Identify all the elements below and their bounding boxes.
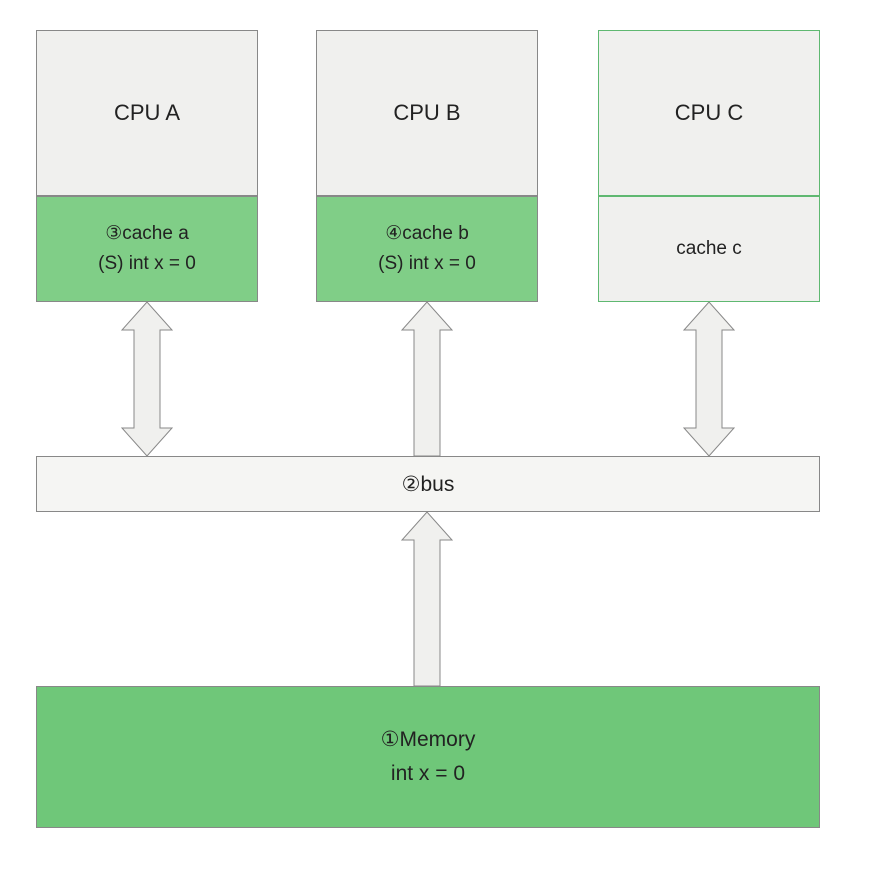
bus-box: ②bus [36,456,820,512]
cache-c-title: cache c [676,234,741,264]
cpu-c-box: CPU C [598,30,820,196]
cpu-a-label: CPU A [114,100,180,126]
cpu-b-label: CPU B [393,100,460,126]
bus-label: ②bus [402,472,455,497]
cache-b-title: ④cache b [385,219,469,249]
cache-a-box: ③cache a (S) int x = 0 [36,196,258,302]
cache-c-box: cache c [598,196,820,302]
memory-box: ①Memory int x = 0 [36,686,820,828]
arrow-cache-a-bus [116,302,178,456]
arrow-cache-b-bus [396,302,458,456]
arrow-cache-c-bus [678,302,740,456]
cache-b-content: (S) int x = 0 [378,249,476,279]
cache-a-title: ③cache a [105,219,189,249]
arrow-bus-memory [396,512,458,686]
cpu-a-box: CPU A [36,30,258,196]
cache-a-content: (S) int x = 0 [98,249,196,279]
cpu-b-box: CPU B [316,30,538,196]
memory-content: int x = 0 [391,757,465,791]
memory-title: ①Memory [381,723,476,757]
cpu-c-label: CPU C [675,100,743,126]
cache-b-box: ④cache b (S) int x = 0 [316,196,538,302]
